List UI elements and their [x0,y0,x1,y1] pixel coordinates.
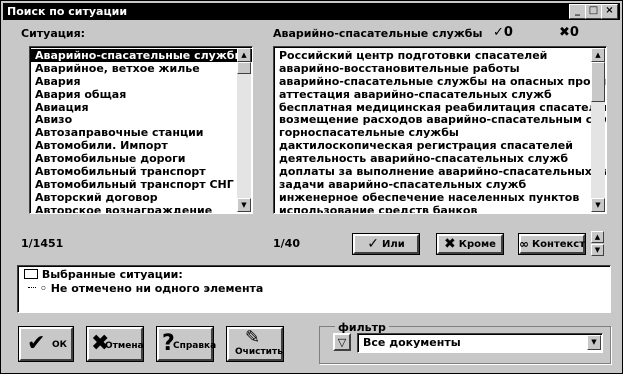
selected-header: Выбранные ситуации: [24,268,183,281]
list-item[interactable]: Авторский договор [30,191,252,204]
list-item[interactable]: аварийно-восстановительные работы [274,62,606,75]
scroll-up-arrow-icon[interactable]: ▲ [237,48,251,62]
clear-button[interactable]: ✎ Очистить [226,326,284,362]
list-item[interactable]: Автозаправочные станции [30,126,252,139]
context-button[interactable]: ∞ Контекст [518,233,586,255]
list-item[interactable]: Автомобильный транспорт СНГ [30,178,252,191]
tree-line-icon [28,287,36,288]
filter-value: Все документы [363,336,461,349]
list-item[interactable]: аттестация аварийно-спасательных служб [274,88,606,101]
subsituation-label: Аварийно-спасательные службы [273,27,483,40]
help-button[interactable]: ? Справка [156,326,216,362]
list-item[interactable]: Авария [30,75,252,88]
list-item[interactable]: Автомобили. Импорт [30,139,252,152]
list-item[interactable]: возмещение расходов аварийно-спасательны… [274,113,606,127]
list-item[interactable]: Авизо [30,113,252,127]
maximize-button[interactable]: □ [585,4,602,19]
minimize-button[interactable]: _ [569,4,586,19]
window-title: Поиск по ситуации [7,5,128,18]
situation-scrollbar[interactable]: ▲ ▼ [237,48,251,212]
check-count: ✓0 [493,25,513,40]
close-button[interactable]: × [601,4,618,19]
list-item[interactable]: аварийно-спасательные службы на опасных … [274,75,606,88]
list-item[interactable]: деятельность аварийно-спасательных служб [274,152,606,165]
cross-count: ✖0 [559,25,579,40]
spin-down-arrow-icon[interactable]: ▼ [591,244,604,256]
list-item[interactable]: Авария общая [30,88,252,101]
list-item[interactable]: задачи аварийно-спасательных служб [274,178,606,191]
scroll-thumb[interactable] [237,62,251,74]
list-item[interactable]: дактилоскопическая регистрация спасателе… [274,139,606,152]
list-item[interactable]: Аварийно-спасательные службы [30,49,252,62]
checkmark-icon: ✔ [27,331,46,356]
list-item[interactable]: Аварийное, ветхое жилье [30,62,252,75]
subsituation-scrollbar[interactable]: ▲ ▼ [591,48,605,212]
situation-label: Ситуация: [21,27,86,40]
title-bar: Поиск по ситуации _ □ × [3,3,620,20]
list-item[interactable]: горноспасательные службы [274,126,606,139]
situation-counter: 1/1451 [21,237,64,250]
list-item[interactable]: Российский центр подготовки спасателей [274,49,606,62]
scroll-up-arrow-icon[interactable]: ▲ [591,48,605,62]
list-item[interactable]: Авторское вознаграждение [30,204,252,213]
checkmark-icon: ✓ [367,236,380,252]
subsituation-list[interactable]: Российский центр подготовки спасателей ав… [273,46,607,214]
search-by-situation-window: Поиск по ситуации _ □ × Ситуация: Аварий… [0,0,623,374]
chevron-down-icon[interactable]: ▼ [587,335,601,350]
eraser-icon: ✎ [245,327,261,348]
binoculars-icon: ∞ [518,237,529,251]
list-item[interactable]: доплаты за выполнение аварийно-спасатель… [274,165,606,178]
list-item[interactable]: Авиация [30,101,252,114]
bullet-icon: ◦ [39,282,47,295]
situation-list[interactable]: Аварийно-спасательные службы Аварийное, в… [29,46,253,214]
cross-icon: ✖ [559,25,570,40]
checkmark-icon: ✓ [493,25,504,40]
scroll-down-arrow-icon[interactable]: ▼ [237,198,251,212]
selected-situations-box[interactable]: Выбранные ситуации: ◦ Не отмечено ни одн… [17,265,611,313]
folder-icon [24,269,38,279]
filter-select[interactable]: Все документы ▼ [357,333,603,353]
list-item[interactable]: Автомобильные дороги [30,152,252,165]
subsituation-counter: 1/40 [273,237,300,250]
list-item[interactable]: Автомобильный транспорт [30,165,252,178]
cancel-button[interactable]: ✖ Отмена [86,326,144,362]
or-button[interactable]: ✓ Или [352,233,420,255]
list-item[interactable]: бесплатная медицинская реабилитация спас… [274,101,606,114]
list-item[interactable]: использование средств банков [274,204,606,213]
cross-icon: ✖ [444,236,456,252]
list-item[interactable]: инженерное обеспечение населенных пункто… [274,191,606,204]
except-button[interactable]: ✖ Кроме [436,233,504,255]
scroll-down-arrow-icon[interactable]: ▼ [591,198,605,212]
ok-button[interactable]: ✔ ОК [18,326,74,362]
spin-up-arrow-icon[interactable]: ▲ [591,231,604,243]
selected-empty-row: ◦ Не отмечено ни одного элемента [28,282,263,295]
filter-funnel-icon[interactable]: ▽ [333,333,351,351]
scroll-thumb[interactable] [591,62,605,102]
